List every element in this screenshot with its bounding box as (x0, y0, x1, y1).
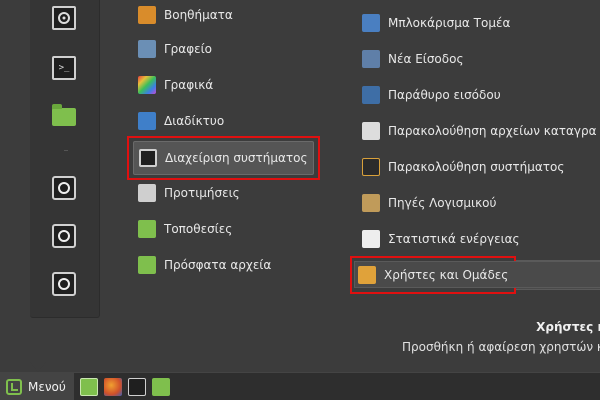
log-viewer-icon (362, 122, 380, 140)
firefox-icon[interactable] (103, 377, 122, 396)
files-icon[interactable] (151, 377, 170, 396)
home-folder-icon[interactable] (52, 104, 78, 128)
app-label: Παράθυρο εισόδου (388, 88, 501, 102)
app-label: Χρήστες και Ομάδες (384, 268, 509, 282)
menu-button-label: Μενού (28, 379, 66, 394)
category-recent-files[interactable]: Πρόσφατα αρχεία (128, 250, 318, 280)
category-places[interactable]: Τοποθεσίες (128, 214, 318, 244)
app-label: Νέα Είσοδος (388, 52, 464, 66)
menu-button[interactable]: Μενού (0, 372, 74, 400)
administration-icon (139, 149, 157, 167)
category-office[interactable]: Γραφείο (128, 34, 318, 64)
category-preferences[interactable]: Προτιμήσεις (128, 178, 318, 208)
category-label: Γραφείο (164, 42, 213, 56)
app-log-viewer[interactable]: Παρακολούθηση αρχείων καταγρα (356, 116, 600, 146)
application-menu: >_ Βοηθήματα Γραφείο Γραφικά Διαδίκτυο Δ… (0, 0, 600, 372)
app-description-text: Προσθήκη ή αφαίρεση χρηστών κ (402, 340, 600, 354)
taskbar: Μενού (0, 372, 600, 400)
category-graphics[interactable]: Γραφικά (128, 70, 318, 100)
category-label: Διαδίκτυο (164, 114, 225, 128)
app-label: Στατιστικά ενέργειας (388, 232, 520, 246)
app-label: Παρακολούθηση συστήματος (388, 160, 565, 174)
app-label: Μπλοκάρισμα Τομέα (388, 16, 511, 30)
app-label: Πηγές Λογισμικού (388, 196, 497, 210)
app-users-groups[interactable]: Χρήστες και Ομάδες (350, 256, 600, 294)
logout-icon[interactable] (52, 224, 78, 248)
app-label: Παρακολούθηση αρχείων καταγρα (388, 124, 597, 138)
category-accessories[interactable]: Βοηθήματα (128, 0, 318, 30)
show-desktop-icon[interactable] (79, 377, 98, 396)
internet-icon (138, 112, 156, 130)
software-sources-icon (362, 194, 380, 212)
system-monitor-icon (362, 158, 380, 176)
favorites-divider (64, 150, 68, 151)
menu-pointer (30, 362, 46, 372)
accessories-icon (138, 6, 156, 24)
new-login-icon (362, 50, 380, 68)
shutdown-icon[interactable] (52, 272, 78, 296)
users-groups-icon (358, 266, 376, 284)
places-icon (138, 220, 156, 238)
system-settings-icon[interactable] (52, 6, 78, 30)
category-label: Γραφικά (164, 78, 214, 92)
category-label: Βοηθήματα (164, 8, 233, 22)
office-icon (138, 40, 156, 58)
mint-logo-icon (6, 378, 22, 395)
category-administration[interactable]: Διαχείριση συστήματος (127, 136, 320, 180)
category-label: Πρόσφατα αρχεία (164, 258, 272, 272)
category-label: Διαχείριση συστήματος (165, 151, 308, 165)
app-new-login[interactable]: Νέα Είσοδος (356, 44, 600, 74)
category-internet[interactable]: Διαδίκτυο (128, 106, 318, 136)
terminal-icon[interactable] (127, 377, 146, 396)
category-label: Τοποθεσίες (164, 222, 233, 236)
domain-blocker-icon (362, 14, 380, 32)
preferences-icon (138, 184, 156, 202)
graphics-icon (138, 76, 156, 94)
app-login-window[interactable]: Παράθυρο εισόδου (356, 80, 600, 110)
app-description-title: Χρήστες κ (536, 320, 600, 334)
terminal-icon[interactable]: >_ (52, 56, 78, 80)
power-statistics-icon (362, 230, 380, 248)
app-power-statistics[interactable]: Στατιστικά ενέργειας (356, 224, 600, 254)
login-window-icon (362, 86, 380, 104)
lock-screen-icon[interactable] (52, 176, 78, 200)
app-software-sources[interactable]: Πηγές Λογισμικού (356, 188, 600, 218)
app-system-monitor[interactable]: Παρακολούθηση συστήματος (356, 152, 600, 182)
favorites-sidebar: >_ (30, 0, 100, 318)
app-domain-blocker[interactable]: Μπλοκάρισμα Τομέα (356, 8, 600, 38)
category-label: Προτιμήσεις (164, 186, 240, 200)
recent-files-icon (138, 256, 156, 274)
